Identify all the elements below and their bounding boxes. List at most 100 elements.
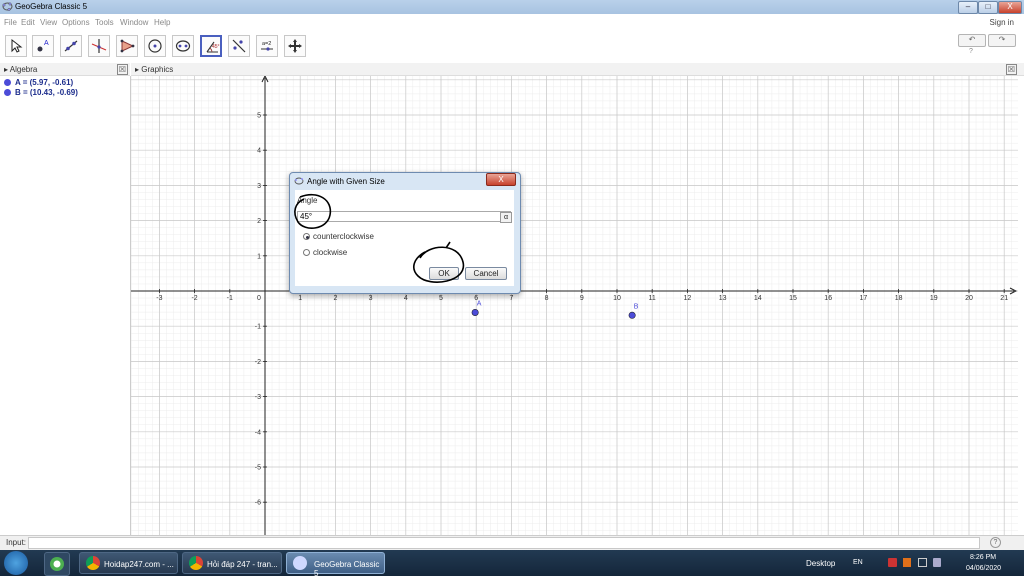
y-tick-label: 5 bbox=[257, 113, 261, 120]
x-tick-label: 0 bbox=[257, 295, 261, 302]
graphics-view[interactable]: -3 -2 -1 0 1 2 3 4 5 6 7 8 9 10 11 12 13 14 15 16 17 18 19 20 21… bbox=[131, 76, 1018, 535]
x-tick-label: 21 bbox=[1000, 295, 1008, 302]
pinned-app-icon[interactable] bbox=[44, 552, 70, 576]
y-tick-label: 1 bbox=[257, 253, 261, 260]
radio-clockwise[interactable] bbox=[303, 249, 310, 256]
x-tick-label: 3 bbox=[369, 295, 373, 302]
dialog-title: Angle with Given Size bbox=[307, 177, 385, 186]
geogebra-dialog-icon bbox=[294, 177, 304, 185]
minimize-button[interactable]: – bbox=[958, 1, 978, 14]
y-tick-label: -2 bbox=[255, 359, 261, 366]
ellipse-icon bbox=[175, 40, 191, 52]
point-icon: A bbox=[37, 40, 49, 52]
taskbar-item-chrome-2[interactable]: Hỏi đáp 247 - tran... bbox=[182, 552, 282, 574]
task-label: Hoidap247.com - ... bbox=[104, 560, 174, 569]
y-tick-label: 2 bbox=[257, 218, 261, 225]
taskbar-item-geogebra[interactable]: GeoGebra Classic 5 bbox=[286, 552, 385, 578]
x-tick-label: 13 bbox=[719, 295, 727, 302]
help-icon[interactable]: ? bbox=[969, 48, 973, 55]
input-field[interactable] bbox=[28, 537, 980, 549]
menu-file[interactable]: File bbox=[4, 18, 17, 27]
angle-input[interactable] bbox=[297, 211, 511, 222]
point-label: A bbox=[477, 300, 482, 307]
x-tick-label: 15 bbox=[789, 295, 797, 302]
tray-flag-icon[interactable] bbox=[903, 558, 911, 567]
clock-time[interactable]: 8:26 PM bbox=[970, 554, 996, 561]
taskbar-item-chrome-1[interactable]: Hoidap247.com - ... bbox=[79, 552, 178, 574]
x-tick-label: 12 bbox=[684, 295, 692, 302]
tray-app-icon[interactable] bbox=[888, 558, 897, 567]
x-tick-label: 14 bbox=[754, 295, 762, 302]
y-tick-label: 3 bbox=[257, 183, 261, 190]
maximize-button[interactable]: □ bbox=[978, 1, 998, 14]
chrome-icon bbox=[86, 556, 100, 570]
tool-circle[interactable] bbox=[144, 35, 166, 57]
tool-move-graphics[interactable] bbox=[284, 35, 306, 57]
graphics-title-label: Graphics bbox=[141, 65, 174, 74]
point-a[interactable] bbox=[471, 308, 479, 316]
task-label: Hỏi đáp 247 - tran... bbox=[207, 560, 278, 569]
algebra-close-icon[interactable]: ☒ bbox=[117, 64, 128, 75]
tool-perpendicular[interactable] bbox=[88, 35, 110, 57]
visibility-dot-icon[interactable] bbox=[4, 89, 11, 97]
desktop-toolbar-label[interactable]: Desktop bbox=[806, 559, 835, 568]
tool-line[interactable] bbox=[60, 35, 82, 57]
network-icon[interactable] bbox=[918, 558, 927, 567]
menu-options[interactable]: Options bbox=[62, 18, 90, 27]
dialog-close-button[interactable]: X bbox=[486, 173, 516, 186]
y-tick-label: -4 bbox=[255, 429, 261, 436]
app-logo-icon bbox=[50, 557, 64, 571]
x-tick-label: 11 bbox=[649, 295, 656, 302]
point-b[interactable] bbox=[628, 311, 636, 319]
menu-edit[interactable]: Edit bbox=[21, 18, 35, 27]
tool-point[interactable]: A bbox=[32, 35, 54, 57]
cancel-button[interactable]: Cancel bbox=[465, 267, 507, 280]
sign-in-link[interactable]: Sign in bbox=[990, 18, 1014, 27]
alpha-symbol-button[interactable]: α bbox=[500, 212, 512, 223]
geogebra-app-icon bbox=[2, 2, 13, 11]
y-tick-label: -6 bbox=[255, 500, 261, 507]
algebra-item-a[interactable]: A = (5.97, -0.61) bbox=[4, 78, 73, 87]
tool-move[interactable] bbox=[5, 35, 27, 57]
menu-window[interactable]: Window bbox=[120, 18, 148, 27]
chrome-icon bbox=[189, 556, 203, 570]
tool-polygon[interactable] bbox=[116, 35, 138, 57]
y-tick-label: -5 bbox=[255, 465, 261, 472]
algebra-item-b[interactable]: B = (10.43, -0.69) bbox=[4, 88, 78, 97]
point-label: B bbox=[634, 303, 639, 310]
x-tick-label: 4 bbox=[404, 295, 408, 302]
y-tick-label: -1 bbox=[255, 324, 261, 331]
undo-button[interactable]: ↶ bbox=[958, 34, 986, 47]
redo-button[interactable]: ↷ bbox=[988, 34, 1016, 47]
tool-conic[interactable] bbox=[172, 35, 194, 57]
svg-text:45°: 45° bbox=[212, 44, 220, 50]
menu-help[interactable]: Help bbox=[154, 18, 170, 27]
x-tick-label: 19 bbox=[930, 295, 938, 302]
ok-button[interactable]: OK bbox=[429, 267, 459, 280]
volume-icon[interactable] bbox=[933, 558, 941, 567]
tool-reflect[interactable] bbox=[228, 35, 250, 57]
graphics-title[interactable]: ▸ Graphics bbox=[135, 65, 173, 74]
menu-view[interactable]: View bbox=[40, 18, 57, 27]
y-tick-label: -3 bbox=[255, 394, 261, 401]
window-title: GeoGebra Classic 5 bbox=[15, 2, 88, 11]
counterclockwise-label[interactable]: counterclockwise bbox=[313, 232, 374, 241]
visibility-dot-icon[interactable] bbox=[4, 79, 11, 87]
tool-slider[interactable]: a=2 bbox=[256, 35, 278, 57]
slider-icon: a=2 bbox=[261, 41, 273, 51]
language-indicator[interactable]: EN bbox=[853, 559, 863, 566]
input-help-icon[interactable]: ? bbox=[990, 537, 1001, 548]
algebra-title[interactable]: ▸ Algebra bbox=[4, 65, 37, 74]
x-tick-label: 5 bbox=[439, 295, 443, 302]
graphics-close-icon[interactable]: ☒ bbox=[1006, 64, 1017, 75]
clockwise-label[interactable]: clockwise bbox=[313, 248, 347, 257]
menu-tools[interactable]: Tools bbox=[95, 18, 114, 27]
clock-date[interactable]: 04/06/2020 bbox=[966, 565, 1001, 572]
y-tick-label: 4 bbox=[257, 148, 261, 155]
radio-counterclockwise[interactable] bbox=[303, 233, 310, 240]
x-tick-label: 17 bbox=[860, 295, 868, 302]
window-close-button[interactable]: X bbox=[998, 1, 1022, 14]
algebra-item-text: B = (10.43, -0.69) bbox=[15, 88, 78, 97]
windows-start-icon[interactable] bbox=[4, 551, 28, 575]
tool-angle[interactable]: 45° bbox=[200, 35, 222, 57]
